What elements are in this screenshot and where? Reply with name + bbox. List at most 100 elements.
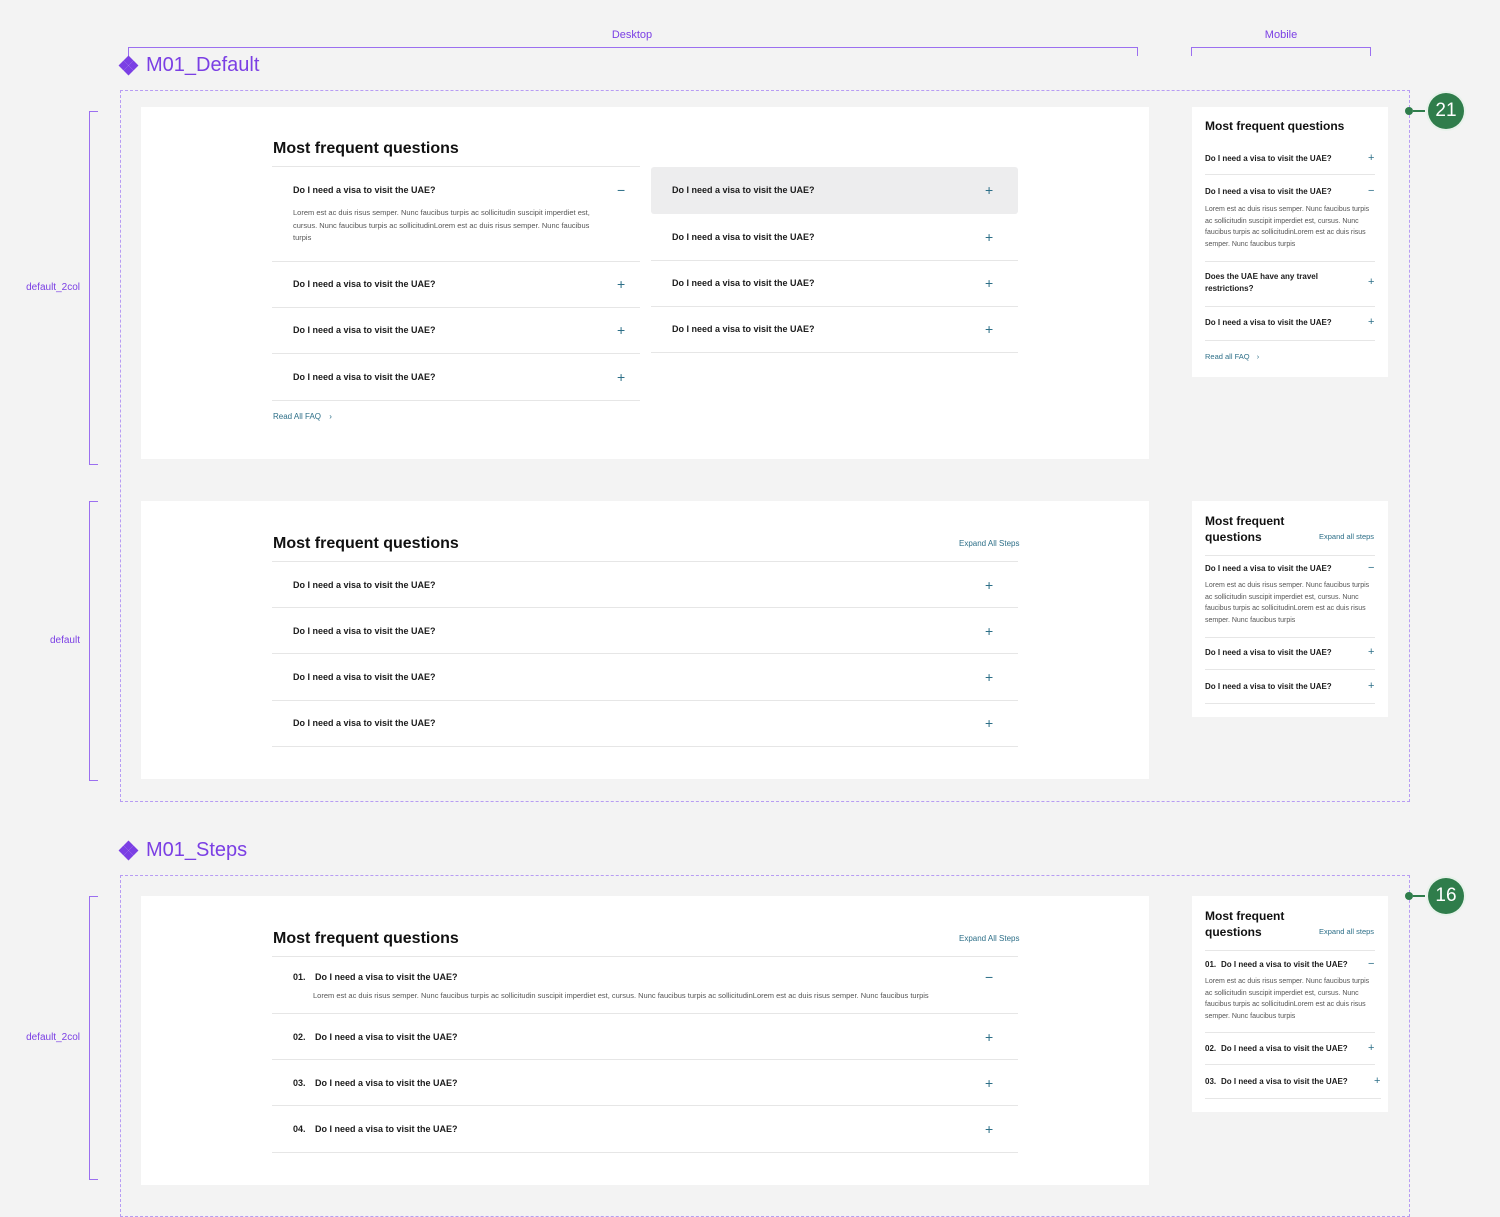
faq-question[interactable]: Do I need a visa to visit the UAE? [1205,681,1332,693]
step-number: 02. [293,1032,306,1042]
faq-card-mobile: Most frequent questions Do I need a visa… [1192,107,1388,377]
faq-question: Do I need a visa to visit the UAE? [293,580,436,590]
component-title-default: M01_Default [118,54,259,77]
divider [1205,950,1375,951]
plus-icon[interactable]: + [985,670,993,684]
badge-connector-dot [1405,892,1413,900]
faq-item-hover[interactable]: Do I need a visa to visit the UAE? + [651,167,1018,214]
divider [1205,306,1375,307]
faq-item-expanded[interactable]: Do I need a visa to visit the UAE? − Lor… [272,167,640,262]
faq-item[interactable]: Do I need a visa to visit the UAE? + [651,214,1018,261]
expand-all-steps-link[interactable]: Expand all steps [1319,927,1374,936]
plus-icon[interactable]: + [1368,681,1374,692]
row-bracket [89,111,98,465]
read-all-faq-link[interactable]: Read all FAQ › [1205,352,1259,361]
minus-icon[interactable]: − [617,183,625,197]
read-all-faq-link[interactable]: Read All FAQ › [273,412,332,421]
desktop-bracket [128,47,1138,56]
minus-icon[interactable]: − [1368,959,1374,970]
faq-question: Do I need a visa to visit the UAE? [293,718,436,728]
plus-icon[interactable]: + [985,1122,993,1136]
faq-question: Do I need a visa to visit the UAE? [293,372,436,382]
faq-card-desktop-default: Most frequent questions Expand All Steps… [141,501,1149,779]
faq-question: Do I need a visa to visit the UAE? [293,672,436,682]
desktop-label: Desktop [611,29,653,41]
faq-item[interactable]: Do I need a visa to visit the UAE? + [651,307,1018,353]
faq-question[interactable]: Do I need a visa to visit the UAE? [1221,1076,1348,1088]
faq-question[interactable]: Do I need a visa to visit the UAE? [1205,317,1332,329]
faq-step-item[interactable]: 02. Do I need a visa to visit the UAE? + [272,1014,1018,1060]
faq-item[interactable]: Do I need a visa to visit the UAE? + [272,562,1018,608]
minus-icon[interactable]: − [985,970,993,984]
minus-icon[interactable]: − [1368,186,1374,197]
plus-icon[interactable]: + [985,1030,993,1044]
plus-icon[interactable]: + [985,1076,993,1090]
plus-icon[interactable]: + [1374,1076,1380,1087]
faq-question: Do I need a visa to visit the UAE? [293,626,436,636]
component-title-steps: M01_Steps [118,839,247,862]
faq-item[interactable]: Do I need a visa to visit the UAE? + [272,701,1018,747]
faq-answer: Lorem est ac duis risus semper. Nunc fau… [1205,978,1370,1020]
divider [1205,669,1375,670]
plus-icon[interactable]: + [985,716,993,730]
divider [1205,1032,1375,1033]
faq-card-mobile-steps: Most frequent questions Expand all steps… [1192,896,1388,1112]
expand-all-steps-link[interactable]: Expand All Steps [959,539,1019,548]
faq-question: Do I need a visa to visit the UAE? [293,185,436,195]
step-number: 02. [1205,1044,1217,1053]
plus-icon[interactable]: + [985,624,993,638]
faq-item[interactable]: Do I need a visa to visit the UAE? + [272,654,1018,701]
faq-question[interactable]: Do I need a visa to visit the UAE? [1221,1043,1348,1055]
faq-question: Do I need a visa to visit the UAE? [672,232,815,242]
faq-item[interactable]: Do I need a visa to visit the UAE? + [272,262,640,308]
expand-all-steps-link[interactable]: Expand All Steps [959,934,1019,943]
divider [1205,703,1375,704]
plus-icon[interactable]: + [617,323,625,337]
faq-title-line1: Most frequent [1205,514,1285,528]
plus-icon[interactable]: + [1368,153,1374,164]
row-label-default-2col: default_2col [26,282,80,293]
plus-icon[interactable]: + [985,322,993,336]
faq-title: Most frequent questions [273,140,459,157]
plus-icon[interactable]: + [1368,647,1374,658]
divider [1205,340,1375,341]
faq-item[interactable]: Do I need a visa to visit the UAE? + [651,261,1018,307]
component-icon [118,840,139,860]
faq-question[interactable]: Do I need a visa to visit the UAE? [1205,563,1332,575]
faq-item[interactable]: Do I need a visa to visit the UAE? + [272,354,640,401]
plus-icon[interactable]: + [985,578,993,592]
faq-question[interactable]: Do I need a visa to visit the UAE? [1221,959,1348,971]
expand-all-steps-link[interactable]: Expand all steps [1319,532,1374,541]
divider [1205,261,1375,262]
plus-icon[interactable]: + [1368,317,1374,328]
faq-question[interactable]: Do I need a visa to visit the UAE? [1205,186,1332,198]
faq-item[interactable]: Do I need a visa to visit the UAE? + [272,308,640,354]
faq-step-item[interactable]: 04. Do I need a visa to visit the UAE? + [272,1106,1018,1153]
divider [1205,174,1375,175]
faq-title: Most frequent questions [273,535,459,552]
plus-icon[interactable]: + [1368,1043,1374,1054]
faq-question: Do I need a visa to visit the UAE? [293,325,436,335]
row-label-default: default [49,635,80,646]
faq-item[interactable]: Do I need a visa to visit the UAE? + [272,608,1018,654]
badge-connector-line [1413,110,1425,112]
plus-icon[interactable]: + [1368,277,1374,288]
plus-icon[interactable]: + [985,276,993,290]
read-all-label: Read all FAQ [1205,352,1250,361]
faq-step-item-expanded[interactable]: 01. Do I need a visa to visit the UAE? −… [272,957,1018,1014]
minus-icon[interactable]: − [1368,563,1374,574]
faq-question: Do I need a visa to visit the UAE? [672,324,815,334]
plus-icon[interactable]: + [985,230,993,244]
plus-icon[interactable]: + [617,277,625,291]
divider [1205,1098,1381,1099]
step-number: 03. [293,1078,306,1088]
divider [1205,555,1375,556]
plus-icon[interactable]: + [985,183,993,197]
variant-count-badge: 21 [1428,93,1464,129]
faq-question[interactable]: Do I need a visa to visit the UAE? [1205,647,1332,659]
plus-icon[interactable]: + [617,370,625,384]
faq-question[interactable]: Do I need a visa to visit the UAE? [1205,153,1332,165]
faq-card-desktop-2col: Most frequent questions Do I need a visa… [141,107,1149,459]
faq-question[interactable]: Does the UAE have any travel restriction… [1205,271,1330,295]
faq-step-item[interactable]: 03. Do I need a visa to visit the UAE? + [272,1060,1018,1106]
